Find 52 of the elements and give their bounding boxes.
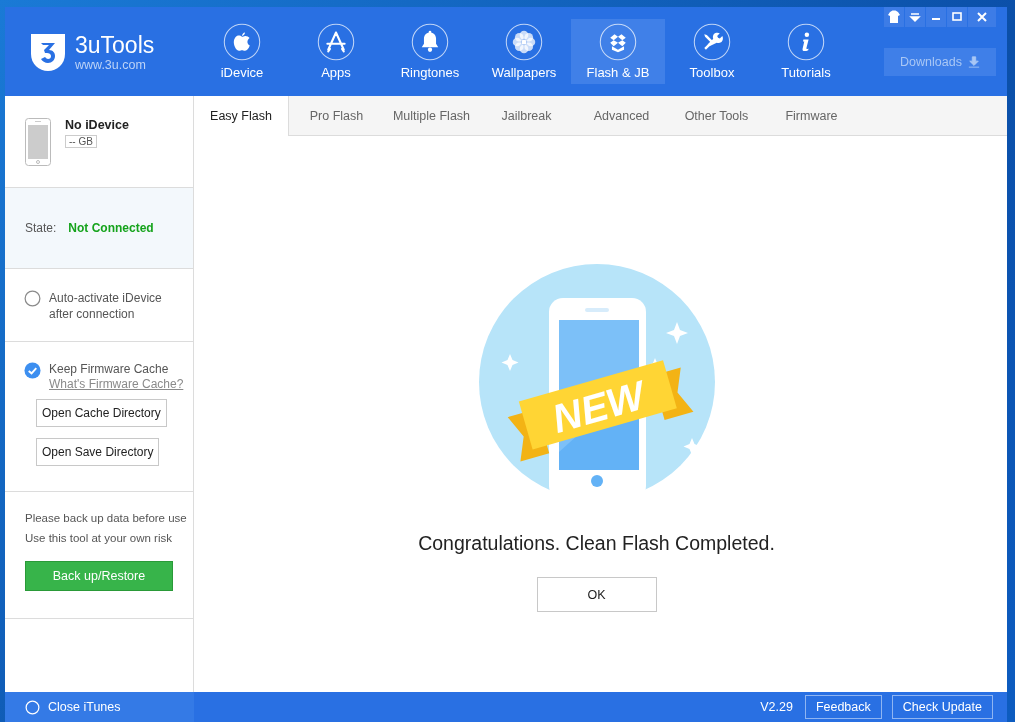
tab[interactable]: Pro Flash: [289, 96, 384, 136]
checkbox[interactable]: [24, 290, 41, 307]
nav-tab[interactable]: Wallpapers: [477, 19, 571, 84]
backup-button[interactable]: Back up/Restore: [25, 561, 173, 591]
ok-button[interactable]: OK: [536, 577, 657, 612]
footer-button[interactable]: Check Update: [891, 695, 993, 719]
tab[interactable]: Jailbreak: [479, 96, 574, 136]
nav-tab[interactable]: Flash & JB: [571, 19, 665, 84]
capacity-badge: -- GB: [65, 135, 97, 148]
app-name: 3uTools: [75, 31, 155, 58]
state-label: State:: [25, 221, 57, 235]
device-name: No iDevice: [65, 118, 129, 132]
download-icon: [967, 56, 980, 68]
tab[interactable]: Firmware: [764, 96, 859, 136]
directory-button[interactable]: Open Save Directory: [36, 438, 160, 466]
checkbox[interactable]: [24, 362, 41, 379]
version-text: V2.29: [760, 700, 793, 714]
apps-icon: [317, 23, 355, 61]
nav-tab[interactable]: Ringtones: [383, 19, 477, 84]
footer-button[interactable]: Feedback: [804, 695, 882, 719]
flower-icon: [505, 23, 543, 61]
new-label: NEW: [546, 372, 649, 441]
close-icon[interactable]: [968, 7, 996, 27]
tab[interactable]: Multiple Flash: [384, 96, 479, 136]
option-label: Keep Firmware Cache: [49, 362, 169, 376]
state-value: Not Connected: [68, 221, 154, 235]
tab[interactable]: Advanced: [574, 96, 669, 136]
nav-tab[interactable]: Tutorials: [759, 19, 853, 84]
tab[interactable]: Other Tools: [669, 96, 764, 136]
option-label: Auto-activate iDevice after connection: [49, 290, 163, 322]
nav-tab[interactable]: Apps: [289, 19, 383, 84]
close-itunes-label: Close iTunes: [48, 700, 121, 714]
warning-text: Please back up data before use: [25, 512, 188, 524]
box-icon: [599, 23, 637, 61]
tab[interactable]: Easy Flash: [194, 96, 289, 136]
bell-icon: [411, 23, 449, 61]
info-icon: [787, 23, 825, 61]
logo-icon: [29, 31, 67, 72]
nav-tab[interactable]: iDevice: [195, 19, 289, 84]
success-message: Congratulations. Clean Flash Completed.: [418, 532, 775, 555]
directory-button[interactable]: Open Cache Directory: [36, 399, 167, 427]
apple-icon: [223, 23, 261, 61]
tools-icon: [693, 23, 731, 61]
phone-icon: [25, 118, 51, 166]
maximize-icon[interactable]: [947, 7, 967, 27]
warning-text: Use this tool at your own risk: [25, 532, 173, 544]
minimize-icon[interactable]: [926, 7, 946, 27]
help-link[interactable]: What's Firmware Cache?: [49, 377, 184, 392]
skin-icon[interactable]: [884, 7, 904, 27]
app-url: www.3u.com: [75, 57, 147, 72]
dropdown-icon[interactable]: [905, 7, 925, 27]
nav-tab[interactable]: Toolbox: [665, 19, 759, 84]
